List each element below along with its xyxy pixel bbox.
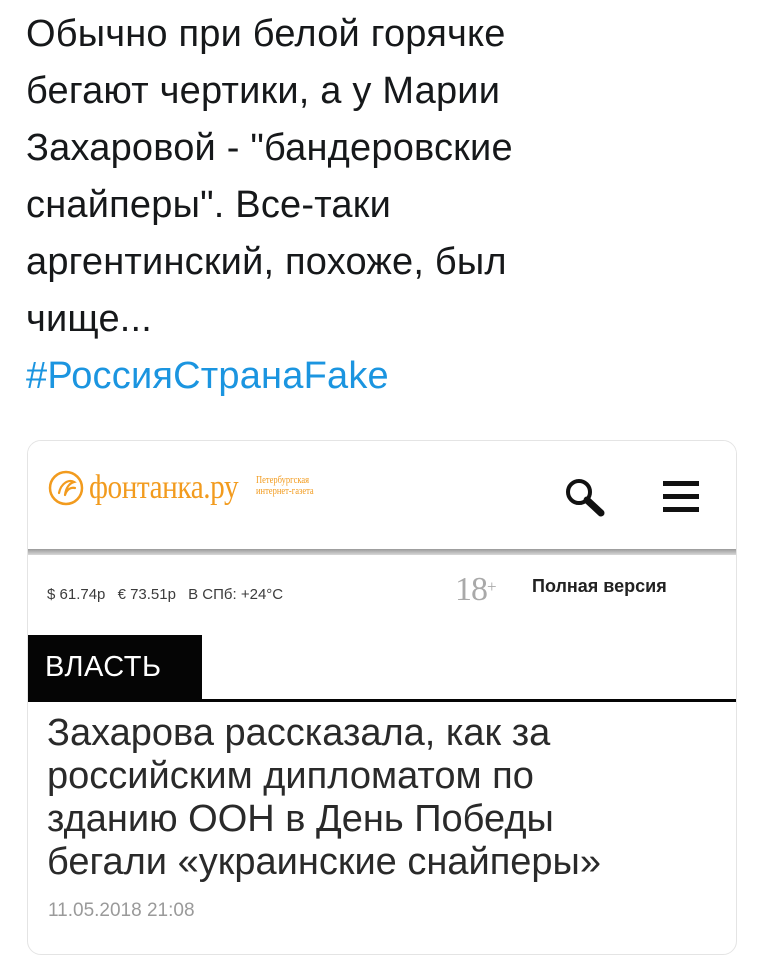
logo-name: фонтанка.ру	[89, 469, 239, 506]
site-logo[interactable]: фонтанка.ру	[47, 465, 262, 511]
tweet-line: Захаровой - "бандеровские	[26, 127, 513, 169]
info-bar: $ 61.74р € 73.51р В СПб: +24°C 18+ Полна…	[28, 555, 736, 633]
search-icon	[566, 479, 605, 517]
article-headline[interactable]: Захарова рассказала, как за российским д…	[47, 712, 727, 884]
currency-weather: $ 61.74р € 73.51р В СПб: +24°C	[47, 586, 291, 603]
tweet-line: аргентинский, похоже, был	[26, 241, 507, 283]
tweet-line: чище...	[26, 298, 153, 340]
usd-rate: $ 61.74р	[47, 586, 106, 603]
hashtag-link[interactable]: #РоссияСтранаFake	[26, 348, 746, 405]
headline-line: бегали «украинские снайперы»	[47, 841, 602, 883]
full-version-link[interactable]: Полная версия	[532, 576, 667, 597]
age-plus: +	[487, 577, 497, 596]
fontanka-logo-icon	[48, 470, 84, 506]
tweet-line: Обычно при белой горячке	[26, 13, 506, 55]
tweet-text: Обычно при белой горячке бегают чертики,…	[26, 6, 746, 405]
link-preview-card[interactable]: фонтанка.ру Петербургская интернет-газет…	[27, 440, 737, 955]
logo-tagline-line: Петербургская	[256, 475, 310, 486]
age-rating: 18	[455, 571, 488, 608]
headline-line: Захарова рассказала, как за	[47, 712, 551, 754]
age-rating-badge: 18+	[455, 571, 497, 609]
search-button[interactable]	[561, 475, 611, 521]
logo-tagline: Петербургская интернет-газета	[256, 475, 314, 497]
section-divider	[28, 699, 736, 702]
tweet-line: снайперы". Все-таки	[26, 184, 392, 226]
headline-line: зданию ООН в День Победы	[47, 798, 554, 840]
menu-button[interactable]	[656, 475, 706, 521]
menu-icon	[663, 481, 699, 512]
site-header: фонтанка.ру Петербургская интернет-газет…	[28, 441, 736, 553]
weather: В СПб: +24°C	[188, 586, 284, 603]
eur-rate: € 73.51р	[117, 586, 176, 603]
tweet-line: бегают чертики, а у Марии	[26, 70, 501, 112]
logo-tagline-line: интернет-газета	[256, 486, 314, 497]
section-label[interactable]: ВЛАСТЬ	[28, 635, 202, 699]
article-date: 11.05.2018 21:08	[48, 900, 195, 921]
headline-line: российским дипломатом по	[47, 755, 534, 797]
